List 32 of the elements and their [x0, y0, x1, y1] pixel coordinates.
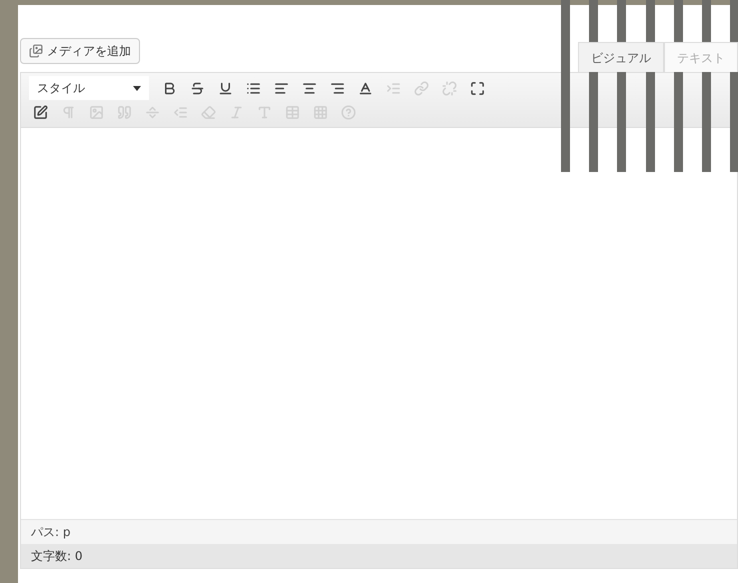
bold-icon — [162, 80, 177, 96]
eraser-icon — [201, 105, 216, 120]
link-icon — [414, 80, 429, 96]
text-color-icon — [358, 80, 373, 96]
strikethrough-icon — [190, 80, 205, 96]
edit-icon — [33, 105, 48, 120]
unlink-icon — [442, 80, 457, 96]
align-right-icon — [330, 80, 345, 96]
align-left-icon — [274, 80, 289, 96]
table-icon — [285, 105, 300, 120]
grid-icon — [313, 105, 328, 120]
editor-tab[interactable]: ビジュアル — [578, 42, 664, 72]
indent-icon — [386, 80, 401, 96]
add-media-button[interactable]: メディアを追加 — [20, 38, 140, 64]
fullscreen-icon — [470, 80, 485, 96]
underline-icon — [218, 80, 233, 96]
help-icon — [341, 105, 356, 120]
italic-icon — [229, 105, 244, 120]
outdent-icon — [173, 105, 188, 120]
paragraph-icon — [61, 105, 76, 120]
separator-icon — [145, 105, 160, 120]
caret-icon — [133, 86, 141, 90]
quote-icon — [117, 105, 132, 120]
style-label: スタイル — [37, 80, 85, 97]
image-icon — [89, 105, 104, 120]
list-icon — [246, 80, 261, 96]
word-count-text: 文字数: 0 — [31, 548, 82, 565]
media-icon — [29, 44, 43, 58]
path-text: パス: p — [31, 524, 70, 541]
style-dropdown[interactable]: スタイル — [29, 76, 149, 100]
type-icon — [257, 105, 272, 120]
align-center-icon — [302, 80, 317, 96]
